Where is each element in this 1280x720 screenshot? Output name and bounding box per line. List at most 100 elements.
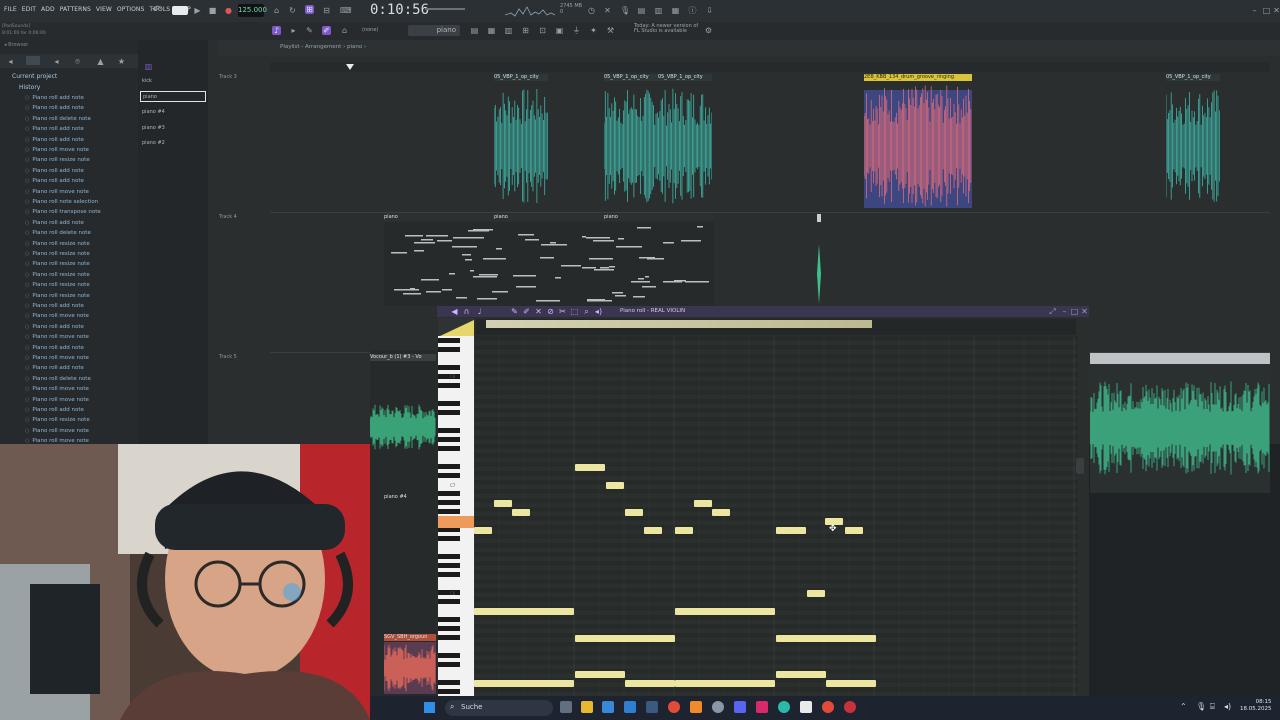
menu-file[interactable]: FILE xyxy=(4,6,17,13)
playhead-marker[interactable] xyxy=(346,64,354,70)
black-key[interactable] xyxy=(438,374,460,379)
note-icon[interactable]: ♩ xyxy=(475,307,484,316)
pattern-clip-header[interactable]: piano xyxy=(604,214,714,221)
next-icon[interactable]: ▸ xyxy=(289,26,298,35)
piano-roll-note[interactable] xyxy=(675,680,775,687)
piano-roll-icon[interactable]: ♪ xyxy=(272,26,281,35)
black-key[interactable] xyxy=(438,617,460,622)
minimize-icon[interactable]: – xyxy=(1250,6,1259,15)
black-key[interactable] xyxy=(438,626,460,631)
history-item[interactable]: Piano roll add note xyxy=(25,303,84,309)
channel-piano-3[interactable]: piano #3 xyxy=(140,123,206,134)
history-item[interactable]: Piano roll delete note xyxy=(25,116,90,122)
mixer-icon[interactable]: ▦ xyxy=(487,26,496,35)
black-key[interactable] xyxy=(438,680,460,685)
history-item[interactable]: Piano roll delete note xyxy=(25,230,90,236)
piano-roll-note[interactable] xyxy=(644,527,662,534)
minimize-icon[interactable]: – xyxy=(1060,307,1069,316)
view-toggle[interactable] xyxy=(26,56,40,65)
pattern-selector[interactable]: piano xyxy=(408,25,460,36)
mute-tool-icon[interactable]: ⊘ xyxy=(546,307,555,316)
song-time-display[interactable]: 0:10:56 xyxy=(370,2,429,18)
export-icon[interactable]: ⇩ xyxy=(705,6,714,15)
news-panel[interactable]: Today: A newer version of FL Studio is a… xyxy=(634,24,698,34)
slice-tool-icon[interactable]: ✂ xyxy=(558,307,567,316)
history-item[interactable]: Piano roll delete note xyxy=(25,376,90,382)
piano-roll-note[interactable] xyxy=(807,590,825,597)
media-app-icon[interactable] xyxy=(756,701,768,713)
plugin-icon[interactable]: ⊡ xyxy=(538,26,547,35)
metronome-icon[interactable]: ⌂ xyxy=(272,6,281,15)
preview-header[interactable] xyxy=(1090,353,1270,364)
menu-edit[interactable]: EDIT xyxy=(22,6,36,13)
black-key[interactable] xyxy=(438,563,460,568)
black-key[interactable] xyxy=(438,428,460,433)
mail-icon[interactable] xyxy=(624,701,636,713)
pencil-icon[interactable]: ✎ xyxy=(305,26,314,35)
black-key[interactable] xyxy=(438,491,460,496)
undo-icon[interactable]: ↶ xyxy=(152,4,161,15)
play-icon[interactable]: ▶ xyxy=(193,6,202,15)
x-icon[interactable]: ✕ xyxy=(603,6,612,15)
history-item[interactable]: Piano roll add note xyxy=(25,345,84,351)
playlist-icon[interactable]: ▥ xyxy=(504,26,513,35)
taskview-icon[interactable] xyxy=(560,701,572,713)
channel-piano-2[interactable]: piano #2 xyxy=(140,138,206,149)
track-5-label[interactable]: Track 5 xyxy=(219,354,237,360)
black-key[interactable] xyxy=(438,383,460,388)
maximize-icon[interactable]: □ xyxy=(1070,307,1079,316)
stamp-icon[interactable]: ⌂ xyxy=(340,26,349,35)
vocal-clip-header[interactable]: Vocour_b (1) #3 - Vo xyxy=(370,354,436,361)
black-key[interactable] xyxy=(438,410,460,415)
piano-roll-note[interactable] xyxy=(474,527,492,534)
select-tool-icon[interactable]: ⬚ xyxy=(570,307,579,316)
history-item[interactable]: Piano roll add note xyxy=(25,407,84,413)
black-key[interactable] xyxy=(438,635,460,640)
history-item[interactable]: Piano roll add note xyxy=(25,220,84,226)
black-key[interactable] xyxy=(438,536,460,541)
menu-view[interactable]: VIEW xyxy=(96,6,112,13)
master-volume-slider[interactable] xyxy=(425,8,465,10)
app-icon[interactable] xyxy=(646,701,658,713)
piano-roll-note[interactable] xyxy=(675,608,775,615)
black-key[interactable] xyxy=(438,509,460,514)
history-item[interactable]: Piano roll move note xyxy=(25,334,89,340)
black-key[interactable] xyxy=(438,599,460,604)
time-selection[interactable] xyxy=(486,320,872,328)
snap-label[interactable]: (none) xyxy=(362,27,378,33)
pencil-tool-icon[interactable]: ✎ xyxy=(510,307,519,316)
piano-roll-note[interactable] xyxy=(845,527,863,534)
highlighted-key[interactable] xyxy=(438,516,474,528)
piano-roll-note[interactable] xyxy=(474,680,574,687)
history-item[interactable]: Piano roll add note xyxy=(25,95,84,101)
browser-icon[interactable]: ▦ xyxy=(671,6,680,15)
black-key[interactable] xyxy=(438,464,460,469)
audio-waveform[interactable] xyxy=(1166,82,1220,210)
black-key[interactable] xyxy=(438,338,460,343)
history-item[interactable]: Piano roll add note xyxy=(25,178,84,184)
magnet-icon[interactable]: ∩ xyxy=(462,307,471,316)
channel-kick[interactable]: kick xyxy=(140,76,206,87)
history-item[interactable]: Piano roll move note xyxy=(25,147,89,153)
history-item[interactable]: Piano roll resize note xyxy=(25,417,89,423)
clip-header[interactable]: 05_VBP_1_op_city xyxy=(658,74,712,81)
typing-keyboard-icon[interactable]: ⌨ xyxy=(340,6,352,15)
clip-header[interactable]: 05_VBP_1_op_city xyxy=(604,74,658,81)
black-key[interactable] xyxy=(438,365,460,370)
history-item[interactable]: Piano roll resize note xyxy=(25,241,89,247)
store-icon[interactable] xyxy=(602,701,614,713)
black-key[interactable] xyxy=(438,689,460,694)
history-item[interactable]: Piano roll resize note xyxy=(25,261,89,267)
history-item[interactable]: Piano roll resize note xyxy=(25,157,89,163)
piano-roll-note[interactable] xyxy=(575,464,605,471)
delete-tool-icon[interactable]: ✕ xyxy=(534,307,543,316)
track-4-label[interactable]: Track 4 xyxy=(219,214,237,220)
volume-icon[interactable]: ◂) xyxy=(1224,702,1231,711)
black-key[interactable] xyxy=(438,446,460,451)
history-item[interactable]: Piano roll transpose note xyxy=(25,209,100,215)
brush-icon[interactable]: ✐ xyxy=(322,26,331,35)
channel-menu-icon[interactable]: ▥ xyxy=(144,62,153,71)
scrollbar-handle[interactable] xyxy=(1076,458,1084,474)
fl-studio-icon[interactable] xyxy=(690,701,702,713)
track-3-label[interactable]: Track 3 xyxy=(219,74,237,80)
